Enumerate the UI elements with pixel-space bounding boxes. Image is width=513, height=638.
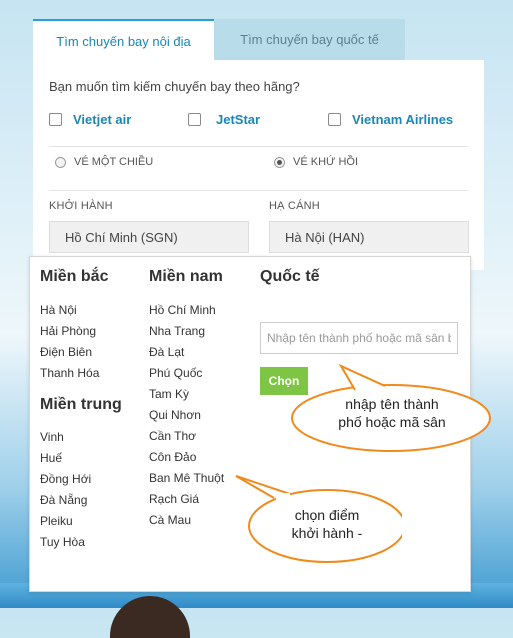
divider xyxy=(49,146,468,147)
city-list-central: Vinh Huế Đồng Hới Đà Nẵng Pleiku Tuy Hòa xyxy=(40,427,91,553)
city-item[interactable]: Đà Lạt xyxy=(149,342,224,363)
city-item[interactable]: Tuy Hòa xyxy=(40,532,91,553)
region-title-international: Quốc tế xyxy=(260,268,320,285)
arrival-label: HẠ CÁNH xyxy=(269,200,320,212)
city-item[interactable]: Hà Nội xyxy=(40,300,99,321)
airline-option-vietjet[interactable]: Vietjet air xyxy=(49,112,131,127)
city-item[interactable]: Cần Thơ xyxy=(149,426,224,447)
international-city-input[interactable] xyxy=(260,322,458,354)
city-item[interactable]: Hải Phòng xyxy=(40,321,99,342)
radio-button[interactable] xyxy=(55,156,66,168)
callout-input-hint: nhập tên thành phố hoặc mã sân xyxy=(289,362,495,454)
city-item[interactable]: Phú Quốc xyxy=(149,363,224,384)
tab-international[interactable]: Tìm chuyến bay quốc tế xyxy=(214,19,405,60)
trip-type-round-trip[interactable]: VÉ KHỨ HỒI xyxy=(274,156,358,168)
airline-question: Bạn muốn tìm kiếm chuyến bay theo hãng? xyxy=(49,79,300,94)
radio-label: VÉ KHỨ HỒI xyxy=(293,156,359,168)
city-item[interactable]: Đồng Hới xyxy=(40,469,91,490)
city-item[interactable]: Huế xyxy=(40,448,91,469)
search-tabs: Tìm chuyến bay nội địa Tìm chuyến bay qu… xyxy=(33,19,405,60)
departure-field[interactable]: Hồ Chí Minh (SGN) xyxy=(49,221,249,253)
city-item[interactable]: Vinh xyxy=(40,427,91,448)
tab-domestic[interactable]: Tìm chuyến bay nội địa xyxy=(33,19,214,60)
city-item[interactable]: Đà Nẵng xyxy=(40,490,91,511)
arrival-field[interactable]: Hà Nội (HAN) xyxy=(269,221,469,253)
departure-label: KHỞI HÀNH xyxy=(49,200,113,212)
city-item[interactable]: Hồ Chí Minh xyxy=(149,300,224,321)
city-item[interactable]: Tam Kỳ xyxy=(149,384,224,405)
divider xyxy=(49,190,468,191)
callout-text-line: nhập tên thành xyxy=(345,396,439,412)
airline-option-vietnam-airlines[interactable]: Vietnam Airlines xyxy=(328,112,453,127)
city-list-south: Hồ Chí Minh Nha Trang Đà Lạt Phú Quốc Ta… xyxy=(149,300,224,531)
city-item[interactable]: Qui Nhơn xyxy=(149,405,224,426)
city-item[interactable]: Côn Đảo xyxy=(149,447,224,468)
callout-departure-hint: chọn điểm khởi hành - xyxy=(232,470,406,566)
checkbox[interactable] xyxy=(49,113,62,126)
airline-option-jetstar[interactable]: JetStar xyxy=(188,112,260,127)
airline-label: JetStar xyxy=(216,112,261,127)
search-form: Bạn muốn tìm kiếm chuyến bay theo hãng? … xyxy=(33,60,484,270)
callout-text-line: chọn điểm xyxy=(294,507,360,523)
city-item[interactable]: Ban Mê Thuột xyxy=(149,468,224,489)
radio-label: VÉ MỘT CHIỀU xyxy=(74,156,154,168)
radio-button-selected[interactable] xyxy=(274,156,285,168)
city-item[interactable]: Nha Trang xyxy=(149,321,224,342)
region-title-south: Miền nam xyxy=(149,268,223,285)
airline-label: Vietjet air xyxy=(73,112,132,127)
checkbox[interactable] xyxy=(188,113,201,126)
trip-type-one-way[interactable]: VÉ MỘT CHIỀU xyxy=(55,156,153,168)
city-item[interactable]: Rạch Giá xyxy=(149,489,224,510)
city-item[interactable]: Điện Biên xyxy=(40,342,99,363)
city-item[interactable]: Cà Mau xyxy=(149,510,224,531)
checkbox[interactable] xyxy=(328,113,341,126)
callout-text-line: phố hoặc mã sân xyxy=(338,414,446,430)
callout-text-line: khởi hành - xyxy=(291,525,363,541)
region-title-central: Miền trung xyxy=(40,396,122,413)
city-item[interactable]: Pleiku xyxy=(40,511,91,532)
city-list-north: Hà Nội Hải Phòng Điện Biên Thanh Hóa xyxy=(40,300,99,384)
airline-label: Vietnam Airlines xyxy=(352,112,454,127)
city-item[interactable]: Thanh Hóa xyxy=(40,363,99,384)
region-title-north: Miền bắc xyxy=(40,268,109,285)
